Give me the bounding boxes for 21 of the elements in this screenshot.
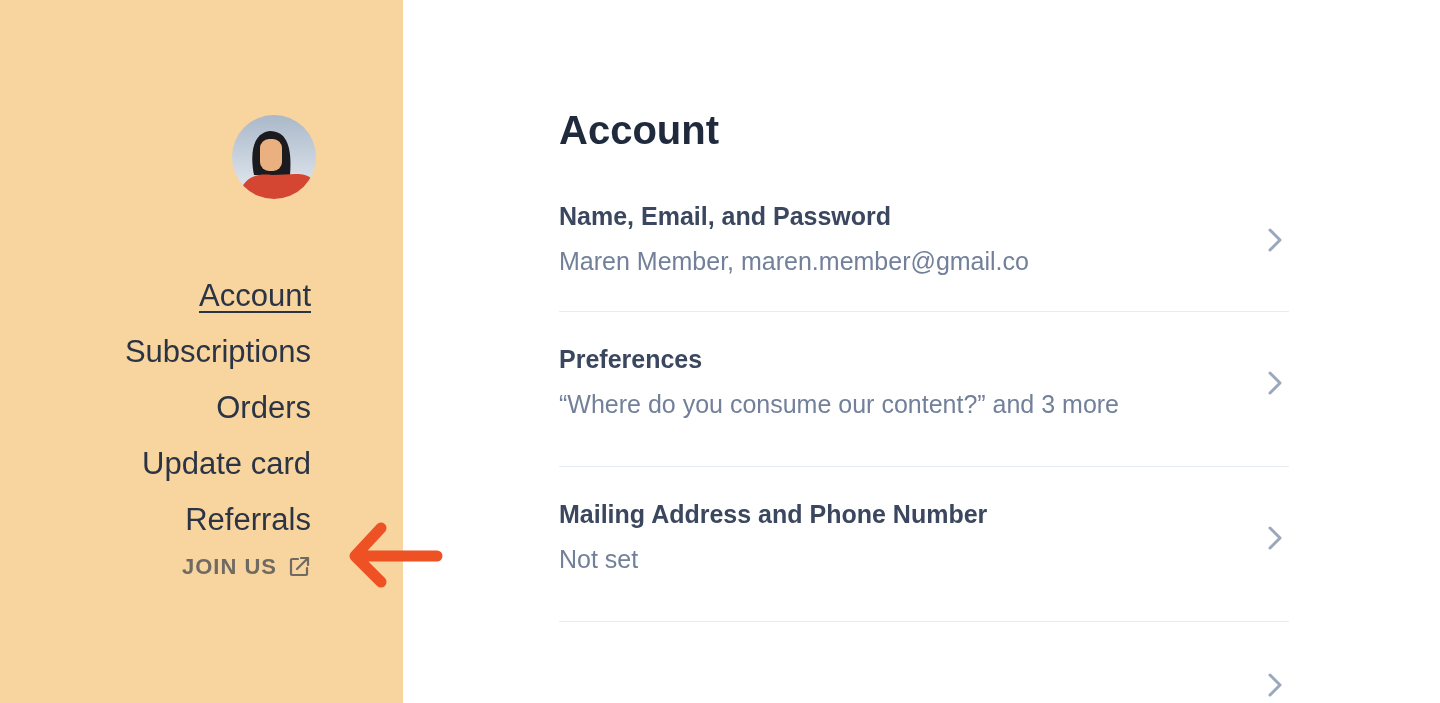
nav-link[interactable]: Referrals xyxy=(185,492,311,548)
nav-link[interactable]: Account xyxy=(199,268,311,324)
row-summary: “Where do you consume our content?” and 3 more xyxy=(559,389,1120,420)
nav-link[interactable]: Update card xyxy=(142,436,311,492)
row-title: Mailing Address and Phone Number xyxy=(559,499,988,530)
chevron-right-icon xyxy=(1267,226,1283,253)
row-title: Preferences xyxy=(559,344,704,375)
chevron-right-icon xyxy=(1267,672,1283,698)
settings-row[interactable]: Mailing Address and Phone Number Not set xyxy=(559,467,1289,622)
join-us-link[interactable]: JOIN US xyxy=(181,552,311,582)
chevron-right-icon xyxy=(1267,525,1283,551)
page-heading: Account xyxy=(559,107,720,154)
nav-link[interactable]: Orders xyxy=(216,380,311,436)
nav-link[interactable]: Subscriptions xyxy=(124,324,311,380)
row-title: Name, Email, and Password xyxy=(559,200,893,232)
row-summary: Maren Member, maren.member@gmail.co xyxy=(559,245,1029,277)
external-link-icon xyxy=(287,555,311,579)
settings-row[interactable]: Preferences “Where do you consume our content?” and 3 more xyxy=(559,312,1289,467)
chevron-right-icon xyxy=(1267,370,1283,396)
settings-row[interactable]: Name, Email, and Password Maren Member, maren.member@gmail.co xyxy=(559,180,1289,312)
row-summary: Not set xyxy=(559,544,640,575)
